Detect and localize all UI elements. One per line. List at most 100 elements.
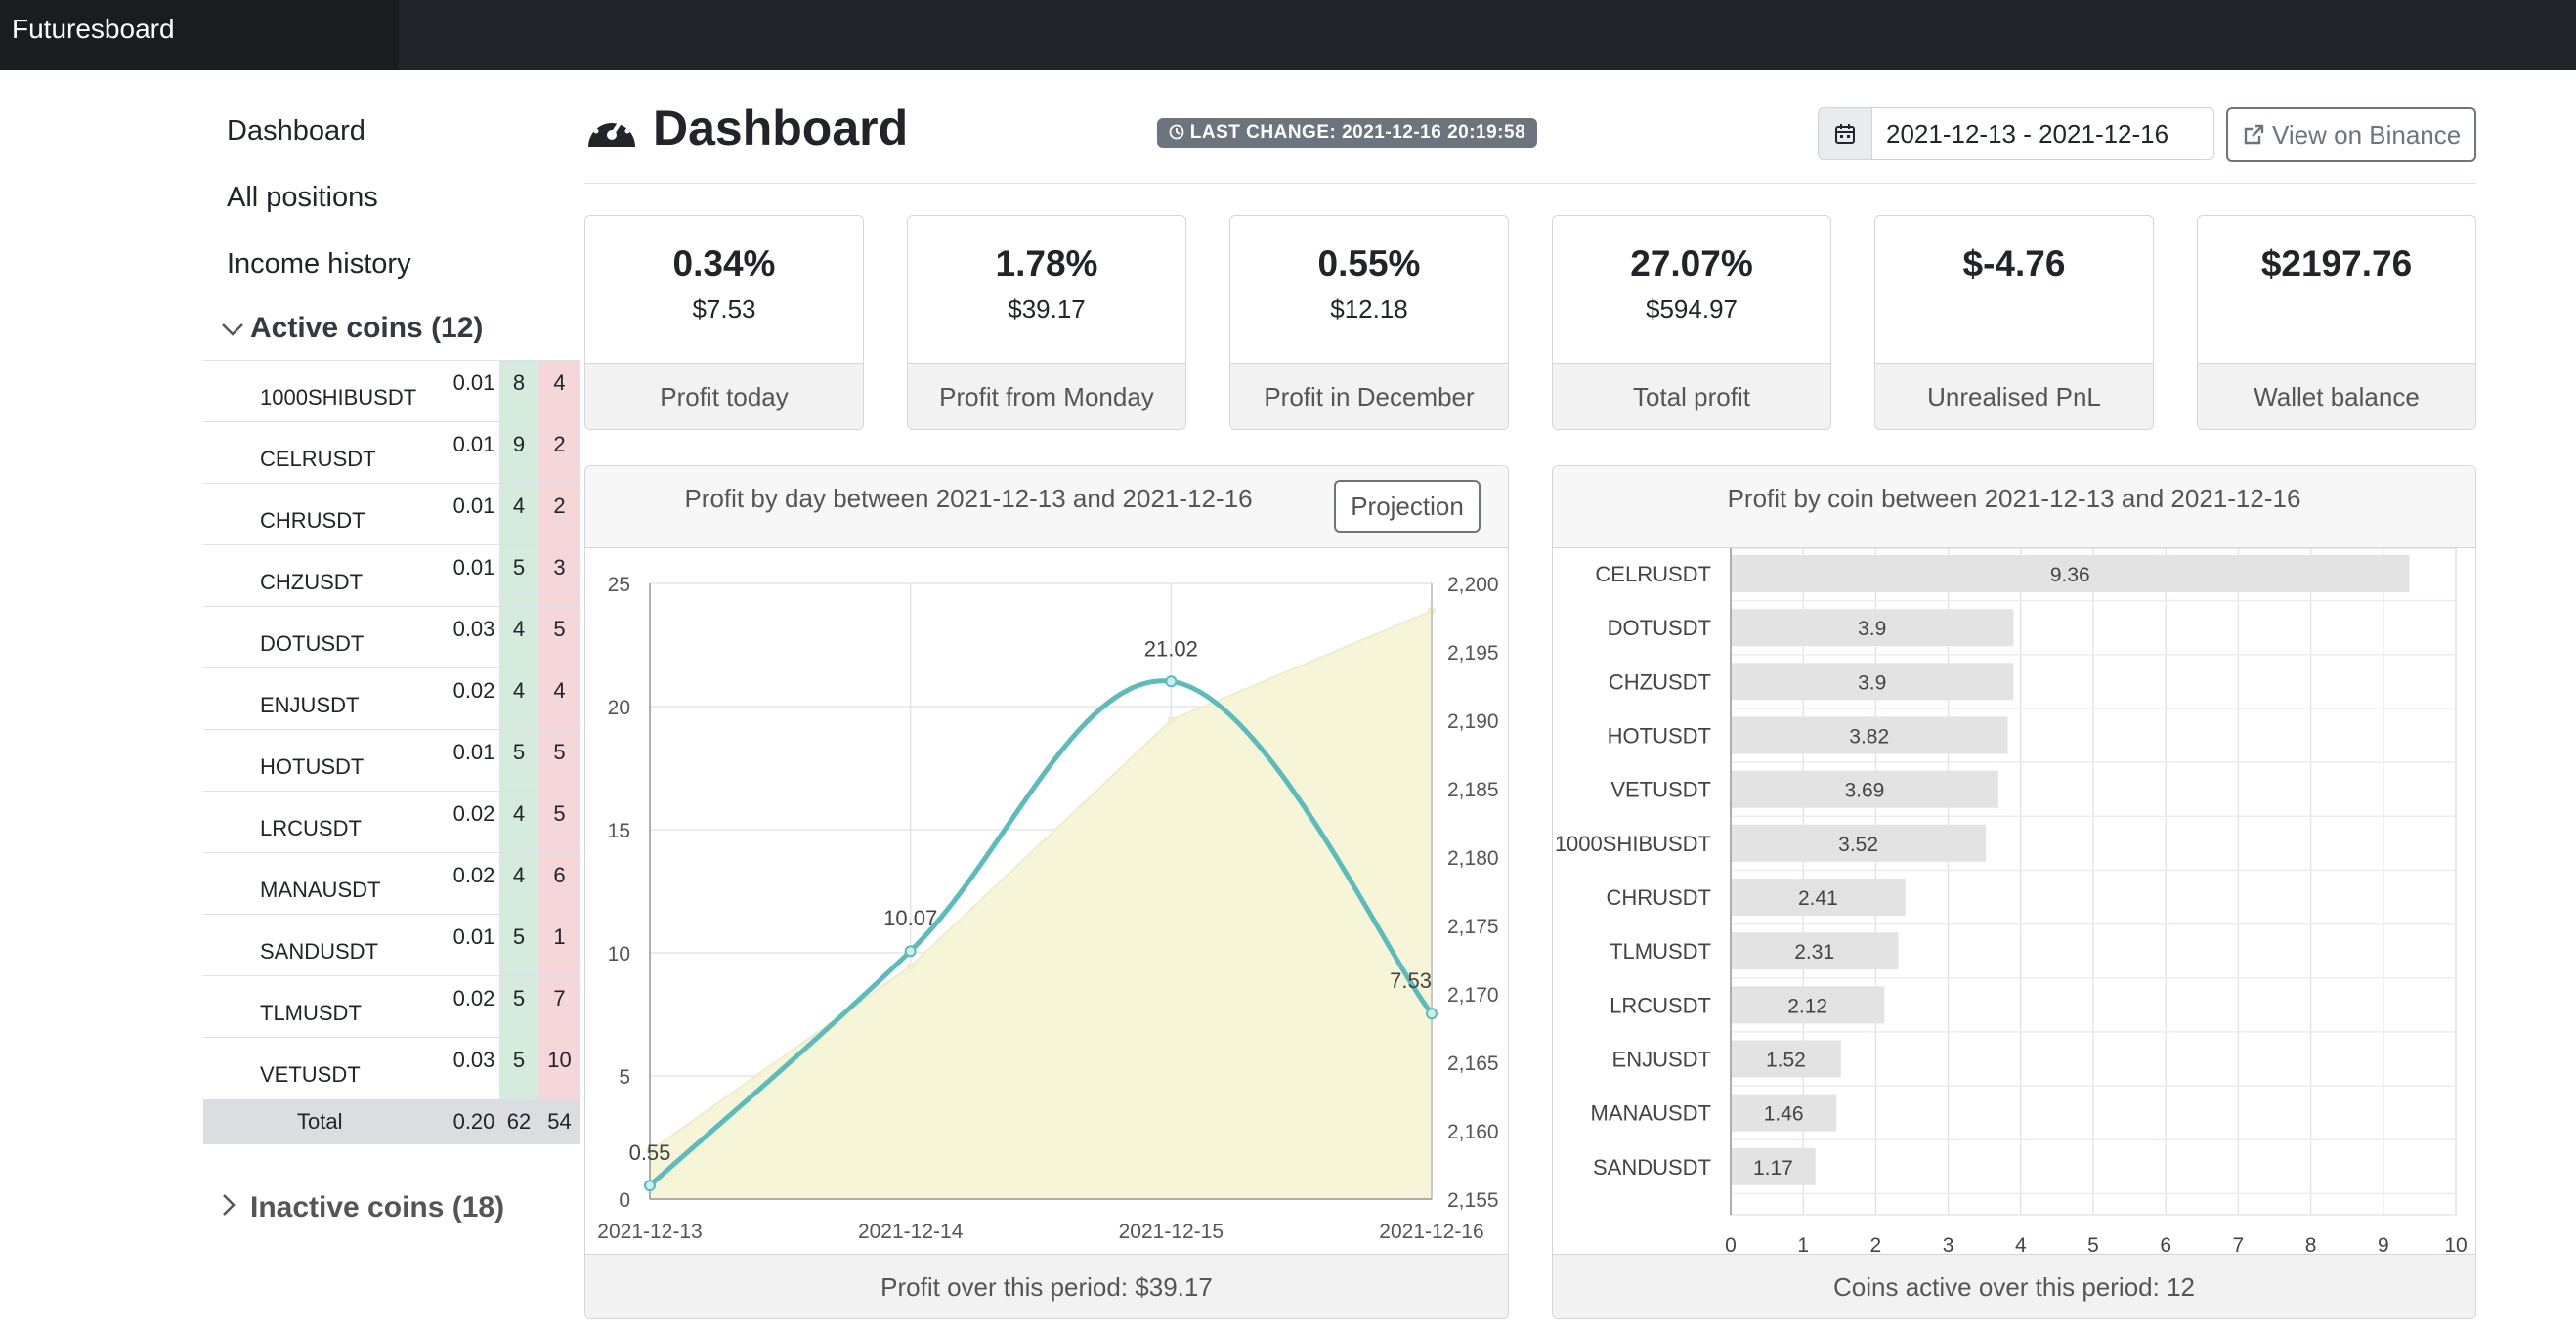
y-right-tick-label: 2,165 (1447, 1052, 1499, 1075)
total-loss: 54 (538, 1098, 580, 1144)
stat-secondary-value: $39.17 (1008, 294, 1086, 323)
coin-win-count: 8 (499, 360, 538, 422)
coins-total-row: Total 0.20 62 54 (203, 1098, 580, 1144)
projection-button[interactable]: Projection (1334, 480, 1481, 533)
coin-row[interactable]: TLMUSDT 0.02 5 7 (203, 975, 580, 1038)
x-tick-label: 2021-12-16 (1379, 1221, 1483, 1243)
coin-win-count: 5 (499, 914, 538, 976)
nav-dashboard[interactable]: Dashboard (203, 98, 580, 164)
coin-qty: 0.01 (449, 483, 499, 545)
inactive-coins-toggle[interactable]: Inactive coins (18) (203, 1191, 580, 1224)
coin-symbol[interactable]: SANDUSDT (203, 914, 449, 976)
coin-symbol[interactable]: TLMUSDT (203, 975, 449, 1038)
coin-symbol[interactable]: CHRUSDT (203, 483, 449, 545)
wallet-balance-area (649, 609, 1433, 1200)
coin-symbol[interactable]: ENJUSDT (203, 667, 449, 730)
coin-symbol[interactable]: 1000SHIBUSDT (203, 360, 449, 422)
coin-loss-count: 1 (538, 914, 580, 976)
x-tick-label: 6 (2160, 1234, 2171, 1256)
stat-label: Total profit (1553, 363, 1830, 429)
coin-row[interactable]: ENJUSDT 0.02 4 4 (203, 667, 580, 730)
coin-loss-count: 4 (538, 360, 580, 422)
coin-qty: 0.02 (449, 852, 499, 915)
profit-point[interactable] (904, 945, 917, 958)
coin-value-label: 3.9 (1858, 618, 1886, 640)
y-left-tick-label: 10 (608, 943, 630, 966)
coin-row[interactable]: MANAUSDT 0.02 4 6 (203, 852, 580, 915)
coin-loss-count: 5 (538, 729, 580, 792)
coin-row[interactable]: SANDUSDT 0.01 5 1 (203, 914, 580, 976)
coin-value-label: 3.9 (1858, 671, 1886, 694)
profit-point[interactable] (644, 1180, 656, 1192)
coin-row[interactable]: VETUSDT 0.03 5 10 (203, 1037, 580, 1099)
coin-qty: 0.02 (449, 667, 499, 730)
x-tick-label: 0 (1725, 1234, 1737, 1256)
stat-label: Unrealised PnL (1875, 363, 2153, 429)
nav-income-history[interactable]: Income history (203, 231, 580, 297)
chevron-right-icon (221, 1191, 250, 1224)
brand-logo[interactable]: Futuresboard (0, 0, 399, 70)
date-range-picker[interactable] (1818, 107, 2214, 160)
coin-row[interactable]: 1000SHIBUSDT 0.01 8 4 (203, 360, 580, 422)
coin-row[interactable]: HOTUSDT 0.01 5 5 (203, 729, 580, 792)
profit-by-coin-footer: Coins active over this period: 12 (1553, 1254, 2475, 1318)
x-tick-label: 2021-12-15 (1119, 1221, 1224, 1243)
coin-symbol[interactable]: CELRUSDT (203, 421, 449, 484)
stat-primary-value: 1.78% (995, 243, 1098, 283)
coin-category-label: CHZUSDT (1609, 669, 1711, 694)
coin-qty: 0.01 (449, 914, 499, 976)
coin-category-label: CHRUSDT (1606, 885, 1711, 910)
x-tick-label: 2021-12-14 (858, 1221, 964, 1243)
coin-symbol[interactable]: DOTUSDT (203, 606, 449, 668)
coin-loss-count: 3 (538, 544, 580, 607)
coin-category-label: MANAUSDT (1591, 1101, 1711, 1126)
x-tick-label: 9 (2378, 1234, 2389, 1256)
dashboard-gauge-icon (584, 102, 639, 162)
profit-by-day-title: Profit by day between 2021-12-13 and 202… (684, 484, 1253, 513)
stat-secondary-value: $7.53 (692, 294, 756, 323)
view-on-binance-button[interactable]: View on Binance (2226, 107, 2476, 162)
coin-symbol[interactable]: HOTUSDT (203, 729, 449, 792)
coin-row[interactable]: CHRUSDT 0.01 4 2 (203, 483, 580, 545)
coin-win-count: 5 (499, 729, 538, 792)
coin-symbol[interactable]: VETUSDT (203, 1037, 449, 1099)
coin-loss-count: 5 (538, 606, 580, 668)
y-right-tick-label: 2,190 (1447, 710, 1499, 733)
coin-row[interactable]: DOTUSDT 0.03 4 5 (203, 606, 580, 668)
coin-symbol[interactable]: CHZUSDT (203, 544, 449, 607)
profit-point[interactable] (1426, 1008, 1438, 1020)
date-range-input[interactable] (1872, 107, 2214, 160)
coin-win-count: 9 (499, 421, 538, 484)
page-title-text: Dashboard (653, 101, 909, 155)
coin-category-label: ENJUSDT (1612, 1048, 1711, 1072)
stat-card: $2197.76 Wallet balance (2197, 215, 2476, 430)
coin-value-label: 2.41 (1798, 887, 1838, 910)
y-right-tick-label: 2,200 (1447, 574, 1499, 596)
stat-cards: 0.34% $7.53 Profit today 1.78% $39.17 Profit … (584, 215, 2476, 430)
profit-data-label: 21.02 (1144, 636, 1198, 661)
coin-category-label: CELRUSDT (1595, 562, 1711, 586)
coin-row[interactable]: CHZUSDT 0.01 5 3 (203, 544, 580, 607)
coin-category-label: TLMUSDT (1610, 939, 1711, 964)
coin-value-label: 3.82 (1849, 726, 1889, 749)
profit-point[interactable] (1165, 675, 1178, 688)
y-right-tick-label: 2,180 (1447, 847, 1499, 870)
profit-by-coin-title: Profit by coin between 2021-12-13 and 20… (1727, 484, 2301, 513)
coin-category-label: HOTUSDT (1608, 724, 1711, 749)
nav-all-positions[interactable]: All positions (203, 164, 580, 231)
main-content: Dashboard LAST CHANGE: 2021-12-16 20:19:… (584, 94, 2476, 1319)
coin-row[interactable]: LRCUSDT 0.02 4 5 (203, 791, 580, 853)
calendar-icon[interactable] (1818, 107, 1872, 160)
coin-symbol[interactable]: LRCUSDT (203, 791, 449, 853)
active-coins-toggle[interactable]: Active coins (12) (203, 297, 580, 360)
coin-win-count: 4 (499, 483, 538, 545)
coin-value-label: 2.12 (1787, 995, 1827, 1017)
x-tick-label: 3 (1943, 1234, 1954, 1256)
y-left-tick-label: 0 (619, 1189, 630, 1212)
stat-card: 0.34% $7.53 Profit today (584, 215, 864, 430)
coin-win-count: 4 (499, 667, 538, 730)
y-right-tick-label: 2,175 (1447, 916, 1499, 938)
coin-symbol[interactable]: MANAUSDT (203, 852, 449, 915)
coin-row[interactable]: CELRUSDT 0.01 9 2 (203, 421, 580, 484)
wallet-balance-point (1167, 716, 1176, 724)
